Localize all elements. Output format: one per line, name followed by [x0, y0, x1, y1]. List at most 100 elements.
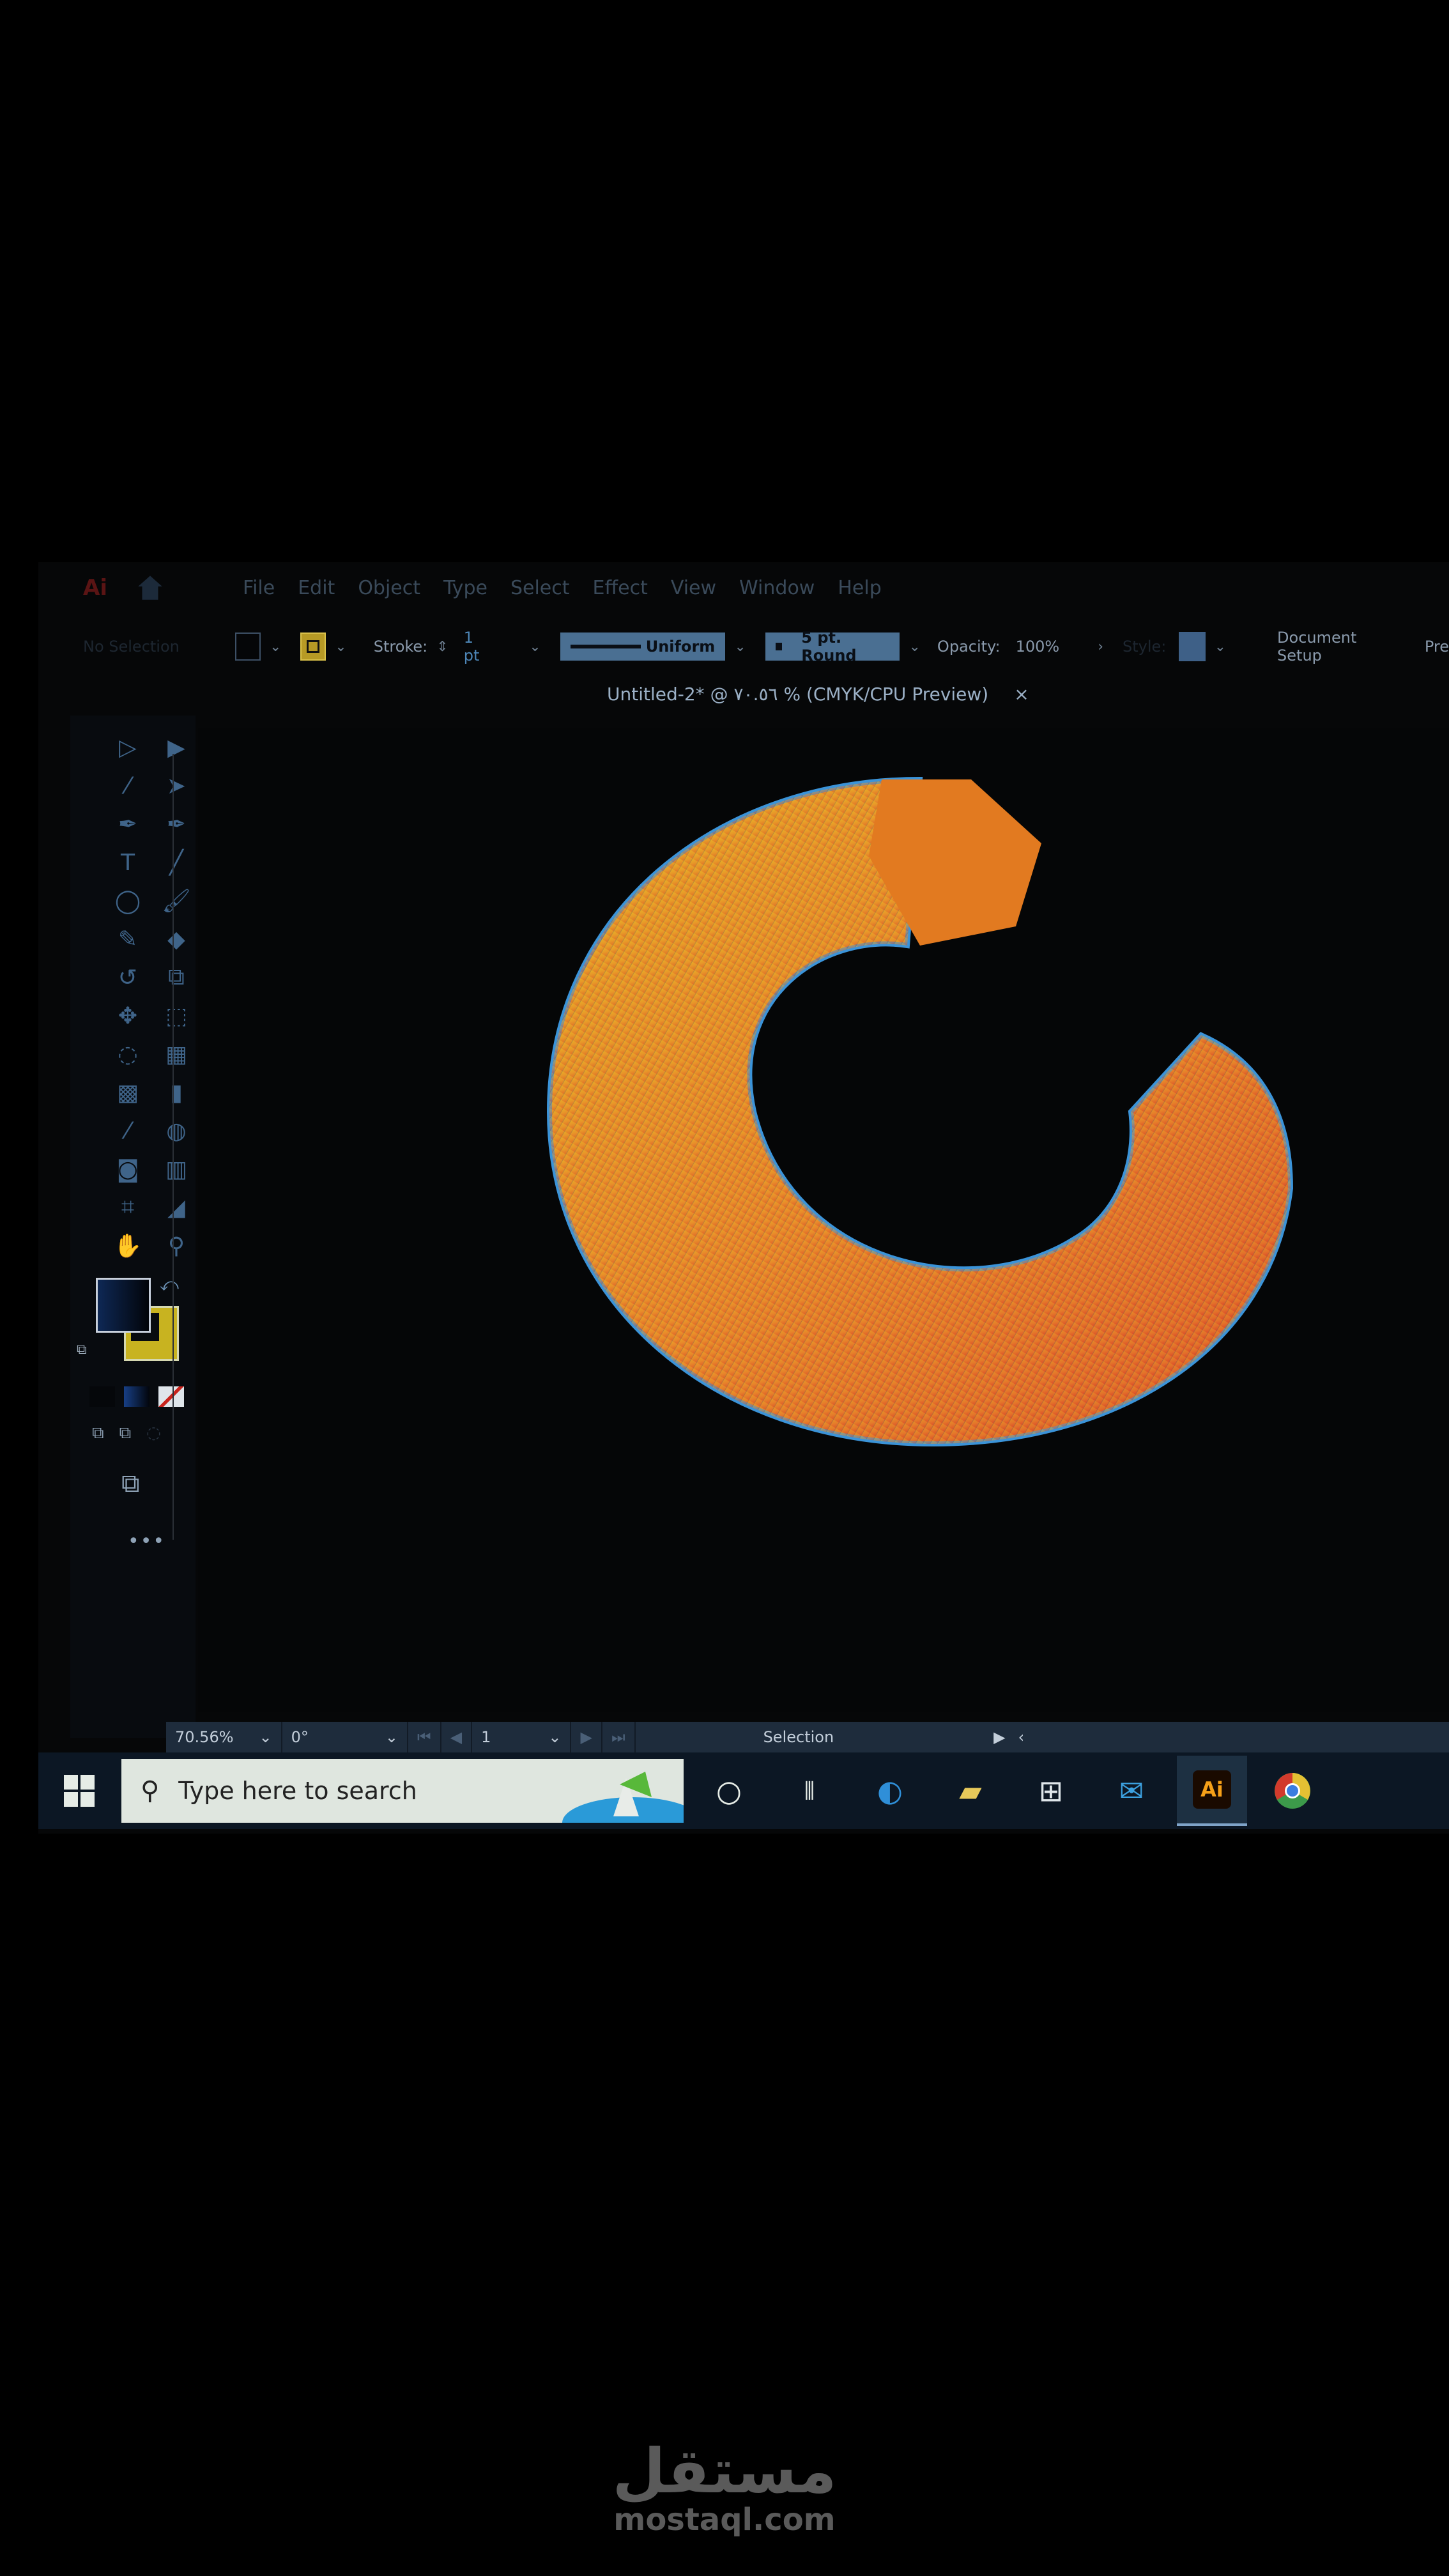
graphic-style-swatch[interactable] [1179, 632, 1206, 661]
stepper-icon[interactable]: ⇕ [436, 639, 448, 655]
color-mode-button[interactable] [89, 1386, 115, 1407]
canvas[interactable] [198, 728, 1449, 1712]
microsoft-store-icon[interactable]: ⊞ [1016, 1756, 1086, 1826]
first-artboard-button[interactable]: ⏮ [408, 1722, 441, 1752]
close-icon[interactable]: × [1014, 684, 1029, 705]
curvature-tool-icon[interactable]: ✒ [157, 805, 195, 843]
artwork-3d-ring[interactable] [524, 754, 1342, 1469]
artboard-number[interactable]: 1 ⌄ [472, 1722, 572, 1752]
gradient-tool-icon[interactable]: ▮ [157, 1073, 195, 1112]
menu-file[interactable]: File [243, 577, 275, 599]
artboard-tool-icon[interactable]: ⌗ [109, 1188, 147, 1227]
hand-tool-icon[interactable]: ✋ [109, 1227, 147, 1265]
direct-selection-tool-icon[interactable]: ▶ [157, 728, 195, 767]
document-setup-button[interactable]: Document Setup [1277, 629, 1393, 664]
mesh-tool-icon[interactable]: ▩ [109, 1073, 147, 1112]
chevron-down-icon[interactable]: ⌄ [908, 639, 920, 655]
blend-tool-icon[interactable]: ◍ [157, 1112, 195, 1150]
magic-wand-tool-icon[interactable]: ⁄ [109, 767, 147, 805]
opacity-input[interactable]: 100% [1016, 638, 1060, 656]
ellipse-tool-icon[interactable]: ◯ [109, 882, 147, 920]
preferences-button[interactable]: Pre [1425, 638, 1449, 656]
rotation-value: 0° [291, 1728, 309, 1746]
perspective-grid-tool-icon[interactable]: ▦ [157, 1035, 195, 1073]
selection-tool-icon[interactable]: ▷ [109, 728, 147, 767]
draw-behind-icon[interactable]: ⧉ [119, 1423, 132, 1443]
brush-dot-icon [775, 643, 783, 650]
fill-swatch[interactable] [235, 632, 261, 661]
line-segment-tool-icon[interactable]: ╱ [157, 843, 195, 882]
status-menu-icon[interactable]: ▶ [993, 1728, 1005, 1746]
eyedropper-tool-icon[interactable]: ⁄ [109, 1112, 147, 1150]
stroke-weight-input[interactable]: 1 pt [464, 629, 491, 664]
chevron-down-icon[interactable]: ⌄ [335, 639, 346, 655]
default-fill-stroke-icon[interactable]: ⧉ [77, 1342, 87, 1358]
menu-view[interactable]: View [671, 577, 716, 599]
opacity-label[interactable]: Opacity: [937, 638, 1000, 656]
illustrator-taskbar-icon[interactable]: Ai [1177, 1756, 1247, 1826]
zoom-tool-icon[interactable]: ⚲ [157, 1227, 195, 1265]
chrome-icon[interactable] [1257, 1756, 1328, 1826]
more-tools-icon[interactable]: ••• [128, 1530, 195, 1552]
type-tool-icon[interactable]: T [109, 843, 147, 882]
chevron-down-icon[interactable]: ⌄ [529, 639, 540, 655]
slice-tool-icon[interactable]: ◢ [157, 1188, 195, 1227]
variable-width-profile[interactable]: Uniform [560, 632, 726, 661]
menu-help[interactable]: Help [838, 577, 881, 599]
screen-mode-icon[interactable]: ⧉ [121, 1469, 195, 1498]
eraser-tool-icon[interactable]: ◆ [157, 920, 195, 958]
chevron-down-icon[interactable]: ⌄ [270, 639, 281, 655]
rotation[interactable]: 0° ⌄ [282, 1722, 409, 1752]
illustrator-badge: Ai [1193, 1770, 1231, 1809]
puppet-warp-tool-icon[interactable]: ✥ [109, 997, 147, 1035]
brush-label: 5 pt. Round [801, 629, 857, 664]
monitor-screen: Ai File Edit Object Type Select Effect V… [38, 562, 1449, 1834]
chevron-down-icon[interactable]: ⌄ [259, 1728, 272, 1746]
chevron-right-icon[interactable]: › [1098, 639, 1103, 655]
pen-tool-icon[interactable]: ✒ [109, 805, 147, 843]
draw-mode-row: ⧉ ⧉ ◌ [70, 1423, 195, 1443]
scale-tool-icon[interactable]: ⧉ [157, 958, 195, 997]
shaper-tool-icon[interactable]: ✎ [109, 920, 147, 958]
scroll-left-icon[interactable]: ‹ [1018, 1728, 1025, 1746]
draw-normal-icon[interactable]: ⧉ [92, 1423, 104, 1443]
menu-type[interactable]: Type [443, 577, 487, 599]
rotate-tool-icon[interactable]: ↺ [109, 958, 147, 997]
next-artboard-button[interactable]: ▶ [571, 1722, 602, 1752]
swap-fill-stroke-icon[interactable]: ⤺ [160, 1274, 179, 1296]
menu-object[interactable]: Object [358, 577, 420, 599]
symbol-sprayer-tool-icon[interactable]: ◙ [109, 1150, 147, 1188]
draw-inside-icon[interactable]: ◌ [146, 1423, 161, 1443]
gradient-mode-button[interactable] [124, 1386, 150, 1407]
home-icon[interactable] [134, 572, 166, 604]
chevron-down-icon[interactable]: ⌄ [385, 1728, 398, 1746]
shape-builder-tool-icon[interactable]: ◌ [109, 1035, 147, 1073]
paintbrush-tool-icon[interactable]: 🖌 [157, 882, 195, 920]
chevron-down-icon[interactable]: ⌄ [1215, 639, 1226, 655]
brush-definition[interactable]: 5 pt. Round [765, 629, 900, 664]
mail-icon[interactable]: ✉ [1096, 1756, 1167, 1826]
task-view-icon[interactable]: ⫴ [774, 1756, 845, 1826]
document-tab[interactable]: Untitled-2* @ ٧٠.٥٦ % (CMYK/CPU Preview)… [607, 684, 1029, 705]
free-transform-tool-icon[interactable]: ⬚ [157, 997, 195, 1035]
menu-window[interactable]: Window [739, 577, 815, 599]
search-highlight-illustration [562, 1772, 684, 1823]
taskbar-search[interactable]: ⚲ Type here to search [121, 1759, 684, 1823]
chevron-down-icon[interactable]: ⌄ [734, 639, 746, 655]
lasso-tool-icon[interactable]: ➤ [157, 767, 195, 805]
none-mode-button[interactable] [158, 1386, 184, 1407]
fill-color-box[interactable] [96, 1278, 151, 1333]
menu-effect[interactable]: Effect [593, 577, 648, 599]
windows-start-icon[interactable] [64, 1775, 96, 1807]
file-explorer-icon[interactable]: ▰ [935, 1756, 1006, 1826]
column-graph-tool-icon[interactable]: ▥ [157, 1150, 195, 1188]
stroke-swatch[interactable] [300, 632, 326, 661]
chevron-down-icon[interactable]: ⌄ [548, 1728, 561, 1746]
cortana-icon[interactable]: ○ [694, 1756, 764, 1826]
menu-select[interactable]: Select [510, 577, 570, 599]
zoom-level[interactable]: 70.56% ⌄ [166, 1722, 282, 1752]
prev-artboard-button[interactable]: ◀ [441, 1722, 473, 1752]
last-artboard-button[interactable]: ⏭ [602, 1722, 636, 1752]
menu-edit[interactable]: Edit [298, 577, 335, 599]
edge-icon[interactable]: ◐ [855, 1756, 925, 1826]
